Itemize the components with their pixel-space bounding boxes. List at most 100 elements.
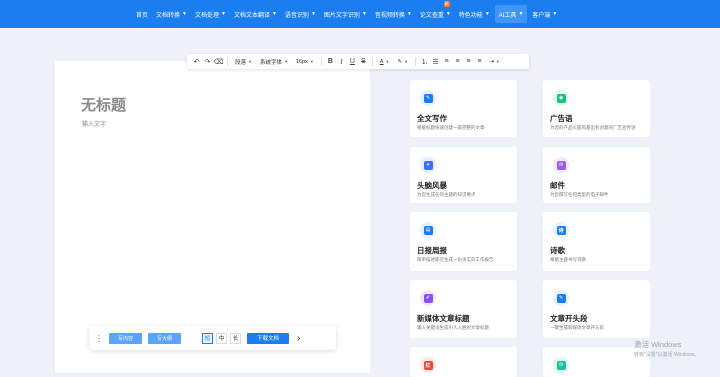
writing-action-bar: ⋮ 写内容 写大纲 短 中 长 下载文档 ›	[89, 326, 336, 350]
download-document-button[interactable]: 下载文档	[247, 332, 290, 344]
font-color-select[interactable]: A ▼	[380, 59, 390, 65]
nav-item[interactable]: 特色功能 ▼	[455, 0, 494, 28]
chevron-down-icon: ▼	[182, 11, 187, 17]
top-navigation: 首页 文档转换 ▼ 文档处理 ▼ 文档文本翻译 ▼ 语音识别 ▼ 图片文字识别 ▼ 音视频转换 ▼ 论文查…	[0, 0, 720, 28]
tool-card[interactable]: ✉ 邮件为您撰写任何类型的电子邮件	[543, 147, 650, 203]
align-justify-icon[interactable]: ≡	[474, 58, 485, 65]
tool-card-description: 根据标题快速创建一篇完整的文章	[417, 125, 485, 130]
font-family-select[interactable]: 系统字体 ▼	[260, 58, 288, 66]
ordered-list-icon[interactable]: ⒈	[419, 57, 430, 67]
toolbar-divider	[227, 57, 228, 66]
tool-card-description: 为您的产品头脑风暴出有创意的广告宣传语	[550, 125, 636, 130]
paragraph-icon: ✎	[553, 290, 569, 306]
pen-title-icon: ✐	[420, 290, 436, 306]
tool-card-title: 邮件	[550, 181, 565, 190]
tool-card[interactable]: 诗诗歌 根据主题书写诗歌	[543, 212, 650, 271]
nav-item-label: 语音识别	[284, 12, 309, 19]
chevron-down-icon: ▼	[518, 11, 524, 17]
font-size-label: 16px	[295, 58, 308, 65]
nav-item[interactable]: AI工具 ▼	[494, 5, 528, 23]
align-left-icon[interactable]: ≡	[441, 58, 452, 65]
highlight-color-select[interactable]: ✎ ▼	[398, 59, 409, 65]
bold-icon[interactable]: B	[325, 58, 336, 65]
lightbulb-icon: ✦	[420, 157, 436, 173]
nav-item-label: 文档转换	[156, 12, 181, 19]
font-size-select[interactable]: 16px ▼	[296, 59, 314, 65]
length-long-option[interactable]: 长	[230, 332, 242, 344]
strikethrough-icon[interactable]: S	[358, 58, 369, 65]
nav-item-label: AI工具	[498, 12, 517, 19]
write-outline-button[interactable]: 写大纲	[148, 332, 182, 344]
nav-menu: 首页 文档转换 ▼ 文档处理 ▼ 文档文本翻译 ▼ 语音识别 ▼ 图片文字识别 ▼ 音视频转换 ▼ 论文查…	[132, 0, 561, 28]
red-book-icon: 红	[420, 357, 436, 373]
tool-card[interactable]: ✐ 新媒体文章标题 输入关键词生成引人入胜的文章标题	[410, 280, 517, 338]
tool-card-title: 日报周报	[417, 246, 447, 255]
nav-item[interactable]: 论文查重 ▼ 新	[416, 0, 455, 28]
chevron-down-icon: ▼	[310, 11, 316, 17]
nav-item[interactable]: 客户端 ▼	[528, 0, 561, 28]
tool-card[interactable]: ◉ 广告语 为您的产品头脑风暴出有创意的广告宣传语	[543, 80, 650, 137]
tool-card-title: 全文写作	[417, 114, 447, 123]
underline-icon[interactable]: U	[347, 58, 358, 65]
nav-item[interactable]: 音视频转换 ▼	[371, 0, 416, 28]
editor-toolbar: ↶ ↷ ⌫ 段落 ▼ 系统字体 ▼ 16px ▼ B I U S A ▼ ✎ ▼…	[187, 54, 529, 69]
document-body-placeholder[interactable]: 输入文字	[82, 119, 106, 128]
tool-icon-glyph: ✉	[556, 360, 566, 370]
nav-item-label: 图片文字识别	[323, 12, 360, 19]
align-right-icon[interactable]: ≡	[463, 58, 474, 65]
nav-item[interactable]: 文档文本翻译 ▼	[230, 0, 281, 28]
more-vertical-icon[interactable]: ⋮	[95, 334, 103, 343]
document-title[interactable]: 无标题	[81, 94, 126, 115]
chevron-down-icon: ▼	[552, 11, 558, 17]
undo-icon[interactable]: ↶	[191, 58, 202, 66]
chevron-down-icon: ▼	[404, 59, 409, 64]
chevron-down-icon: ▼	[361, 11, 367, 17]
tool-card-title: 文章开头段	[550, 314, 588, 323]
chevron-down-icon: ▼	[445, 11, 451, 17]
tool-card[interactable]: ✎ 文章开头段 一键生成新媒体文章开头段	[543, 280, 650, 338]
toolbar-divider	[320, 57, 322, 66]
tool-icon-glyph: ✦	[423, 160, 433, 170]
document-edit-icon: ✎	[420, 90, 436, 106]
tool-card-description: 为您撰写任何类型的电子邮件	[550, 192, 609, 197]
nav-item[interactable]: 文档处理 ▼	[191, 0, 230, 28]
tool-card[interactable]: ✦ 头脑风暴 为您生成任何主题的知识要点	[410, 147, 517, 203]
chevron-down-icon: ▼	[284, 59, 288, 64]
align-center-icon[interactable]: ≡	[452, 58, 463, 65]
indent-select[interactable]: ⇥ ▼	[489, 59, 500, 65]
nav-item[interactable]: 图片文字识别 ▼	[320, 0, 371, 28]
bullet-list-icon[interactable]: ☰	[430, 58, 441, 66]
tool-icon-glyph: ✎	[423, 93, 433, 103]
paragraph-select[interactable]: 段落 ▼	[235, 58, 252, 66]
italic-icon[interactable]: I	[336, 58, 347, 66]
tool-icon-glyph: ✉	[556, 160, 566, 170]
tool-card[interactable]: ✎ 全文写作根据标题快速创建一篇完整的文章	[410, 80, 517, 137]
toolbar-divider	[415, 57, 417, 66]
redo-icon[interactable]: ↷	[202, 58, 213, 66]
mail-icon: ✉	[553, 157, 569, 173]
watermark-title: 激活 Windows	[634, 340, 682, 349]
nav-item[interactable]: 首页	[132, 0, 152, 28]
chevron-down-icon: ▼	[271, 11, 277, 17]
tool-card[interactable]: ▤ 日报周报 简单描述即可生成一份详实的工作报告	[410, 212, 517, 271]
nav-item-label: 特色功能	[458, 12, 483, 19]
chevron-right-icon[interactable]: ›	[297, 333, 300, 344]
chevron-down-icon: ▼	[221, 11, 226, 17]
tool-card-description: 根据主题书写诗歌	[550, 257, 586, 262]
chat-bubble-icon: ✉	[553, 357, 569, 373]
toolbar-divider	[371, 57, 373, 66]
length-medium-option[interactable]: 中	[216, 332, 228, 344]
megaphone-icon: ◉	[553, 90, 569, 106]
new-badge: 新	[443, 1, 450, 7]
write-content-button[interactable]: 写内容	[109, 332, 143, 344]
nav-item-label: 音视频转换	[374, 12, 405, 19]
tool-card-description: 为您生成任何主题的知识要点	[417, 192, 476, 197]
nav-item[interactable]: 文档转换 ▼	[152, 0, 191, 28]
clear-format-icon[interactable]: ⌫	[213, 58, 224, 66]
indent-icon: ⇥	[489, 58, 494, 65]
tool-card-description: 输入关键词生成引人入胜的文章标题	[417, 325, 489, 330]
nav-item[interactable]: 语音识别 ▼	[281, 0, 320, 28]
tool-card[interactable]: 红	[410, 347, 517, 377]
tool-icon-glyph: ✐	[423, 293, 433, 303]
length-short-option[interactable]: 短	[202, 332, 214, 344]
